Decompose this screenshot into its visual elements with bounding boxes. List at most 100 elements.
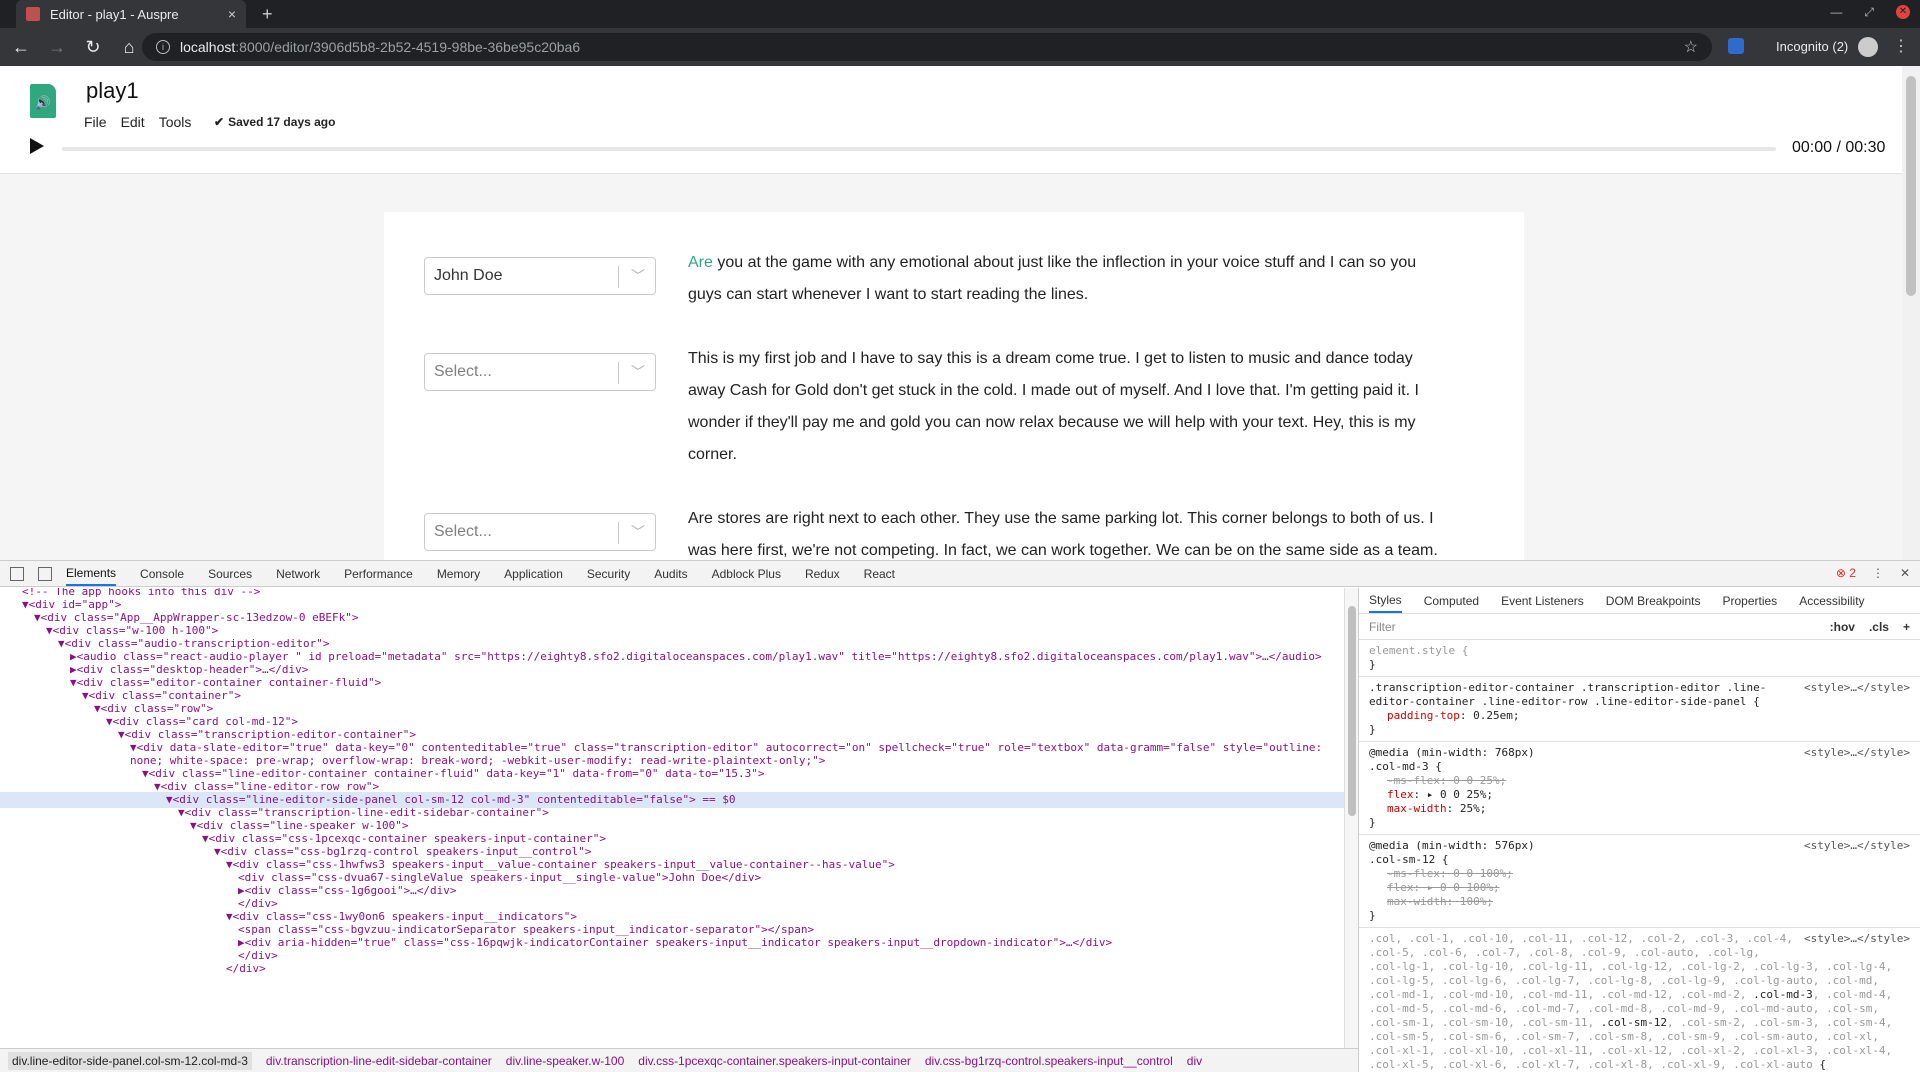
tab-title: Editor - play1 - Auspre <box>50 6 179 22</box>
browser-menu-icon[interactable]: ⋮ <box>1893 36 1909 56</box>
home-icon[interactable]: ⌂ <box>114 37 144 58</box>
rule-source[interactable]: <style>…</style> <box>1804 839 1910 853</box>
tab-styles[interactable]: Styles <box>1369 589 1402 613</box>
style-rule[interactable]: <style>…</style> @media (min-width: 768p… <box>1359 742 1920 835</box>
tab-event-listeners[interactable]: Event Listeners <box>1501 594 1584 608</box>
extension-icon[interactable] <box>1728 38 1744 54</box>
app-header: 🔊 play1 File Edit Tools ✔ Saved 17 days a… <box>0 66 1902 174</box>
line-text[interactable]: Are you at the game with any emotional a… <box>688 247 1448 311</box>
devtools-tab-performance[interactable]: Performance <box>344 567 413 581</box>
breadcrumb-item[interactable]: div.line-speaker.w-100 <box>506 1054 625 1068</box>
address-bar[interactable]: i localhost:8000/editor/3906d5b8-2b52-45… <box>142 33 1712 61</box>
incognito-label: Incognito (2) <box>1776 39 1849 54</box>
document-title[interactable]: play1 <box>86 78 139 104</box>
device-toolbar-icon[interactable] <box>38 566 52 581</box>
breadcrumb-item[interactable]: div <box>1187 1054 1202 1068</box>
devtools-tab-security[interactable]: Security <box>587 567 630 581</box>
play-button[interactable] <box>30 138 44 154</box>
devtools-tab-sources[interactable]: Sources <box>208 567 252 581</box>
devtools-tab-console[interactable]: Console <box>140 567 184 581</box>
devtools-tab-application[interactable]: Application <box>504 567 563 581</box>
audio-file-icon: 🔊 <box>30 84 56 118</box>
style-rule[interactable]: <style>…</style> @media (min-width: 576p… <box>1359 835 1920 928</box>
rule-source[interactable]: <style>…</style> <box>1804 932 1910 946</box>
add-rule-button[interactable]: + <box>1903 620 1910 634</box>
incognito-icon[interactable] <box>1858 37 1878 57</box>
hov-button[interactable]: :hov <box>1830 620 1855 634</box>
speaker-placeholder: Select... <box>434 363 492 380</box>
styles-filter[interactable]: Filter :hov .cls + <box>1359 614 1920 640</box>
elements-scrollbar[interactable] <box>1344 588 1358 1048</box>
back-icon[interactable]: ← <box>6 37 36 58</box>
devtools-tab-adblock[interactable]: Adblock Plus <box>712 567 781 581</box>
restore-icon[interactable]: ⤢ <box>1864 5 1874 20</box>
chevron-down-icon[interactable]: ﹀ <box>631 266 645 286</box>
save-status: ✔ Saved 17 days ago <box>214 115 335 129</box>
scrollbar-thumb[interactable] <box>1906 76 1916 296</box>
chevron-down-icon[interactable]: ﹀ <box>631 522 645 542</box>
tab-computed[interactable]: Computed <box>1424 594 1479 608</box>
devtools-tab-audits[interactable]: Audits <box>654 567 687 581</box>
style-rule[interactable]: <style>…</style> .transcription-editor-c… <box>1359 677 1920 742</box>
devtools-tab-memory[interactable]: Memory <box>437 567 480 581</box>
dom-breadcrumbs: div.line-editor-side-panel.col-sm-12.col… <box>0 1048 1358 1072</box>
error-count: 2 <box>1849 566 1856 580</box>
breadcrumb-item[interactable]: div.css-1pcexqc-container.speakers-input… <box>638 1054 911 1068</box>
chevron-down-icon[interactable]: ﹀ <box>631 362 645 382</box>
speaker-value: John Doe <box>434 267 503 284</box>
minimize-icon[interactable]: — <box>1830 5 1842 20</box>
menu-tools[interactable]: Tools <box>159 114 192 130</box>
scrollbar-thumb[interactable] <box>1348 606 1356 816</box>
dom-node-line[interactable]: </div> <box>0 961 266 977</box>
tab-dom-breakpoints[interactable]: DOM Breakpoints <box>1606 594 1701 608</box>
devtools-tab-elements[interactable]: Elements <box>66 562 117 586</box>
reload-icon[interactable]: ↻ <box>78 37 108 58</box>
menu-edit[interactable]: Edit <box>121 114 145 130</box>
devtools-actions: ⊗ 2 ⋮ ✕ <box>1836 566 1910 580</box>
line-text[interactable]: Are stores are right next to each other.… <box>688 503 1448 562</box>
site-info-icon[interactable]: i <box>156 40 170 54</box>
error-count-icon[interactable]: ⊗ 2 <box>1836 566 1856 580</box>
style-rule[interactable]: element.style {} <box>1359 640 1920 677</box>
browser-tab[interactable]: Editor - play1 - Auspre × <box>16 0 246 28</box>
line-text-body: This is my first job and I have to say t… <box>688 350 1419 463</box>
audio-progress-bar[interactable] <box>62 147 1776 151</box>
devtools-tab-redux[interactable]: Redux <box>805 567 840 581</box>
speaker-placeholder: Select... <box>434 523 492 540</box>
indicator-separator <box>618 266 619 288</box>
menu-file[interactable]: File <box>84 114 107 130</box>
menu-bar: File Edit Tools <box>84 114 191 130</box>
inspect-element-icon[interactable] <box>10 566 24 581</box>
browser-tab-bar: Editor - play1 - Auspre × + — ⤢ ✕ <box>0 0 1920 28</box>
url-host: localhost <box>180 39 236 55</box>
indicator-separator <box>618 522 619 544</box>
devtools-tab-network[interactable]: Network <box>276 567 320 581</box>
speaker-select[interactable]: John Doe ﹀ <box>424 257 656 295</box>
rule-source[interactable]: <style>…</style> <box>1804 681 1910 695</box>
filter-input[interactable]: Filter <box>1369 620 1396 634</box>
cls-button[interactable]: .cls <box>1869 620 1889 634</box>
rule-source[interactable]: <style>…</style> <box>1804 746 1910 760</box>
forward-icon[interactable]: → <box>42 37 72 58</box>
speaker-select[interactable]: Select... ﹀ <box>424 513 656 551</box>
tab-properties[interactable]: Properties <box>1722 594 1777 608</box>
breadcrumb-item[interactable]: div.transcription-line-edit-sidebar-cont… <box>266 1054 492 1068</box>
speaker-select[interactable]: Select... ﹀ <box>424 353 656 391</box>
devtools-close-icon[interactable]: ✕ <box>1900 566 1910 580</box>
elements-tree[interactable]: <!-- The app hooks into this div --> ▼<di… <box>0 588 1344 1048</box>
breadcrumb-item[interactable]: div.line-editor-side-panel.col-sm-12.col… <box>8 1052 252 1070</box>
new-tab-button[interactable]: + <box>262 4 273 25</box>
page-scrollbar[interactable] <box>1902 66 1920 560</box>
line-text-body: Are stores are right next to each other.… <box>688 510 1438 559</box>
bookmark-star-icon[interactable]: ☆ <box>1684 37 1698 57</box>
save-status-text: Saved 17 days ago <box>228 115 336 129</box>
indicator-separator <box>618 362 619 384</box>
devtools-menu-icon[interactable]: ⋮ <box>1872 566 1884 580</box>
style-rule[interactable]: <style>…</style> .col, .col-1, .col-10, … <box>1359 928 1920 1072</box>
devtools-tab-react[interactable]: React <box>864 567 895 581</box>
tab-close-icon[interactable]: × <box>228 6 236 22</box>
line-text[interactable]: This is my first job and I have to say t… <box>688 343 1448 471</box>
close-window-icon[interactable]: ✕ <box>1896 5 1910 19</box>
tab-accessibility[interactable]: Accessibility <box>1799 594 1864 608</box>
breadcrumb-item[interactable]: div.css-bg1rzq-control.speakers-input__c… <box>925 1054 1173 1068</box>
